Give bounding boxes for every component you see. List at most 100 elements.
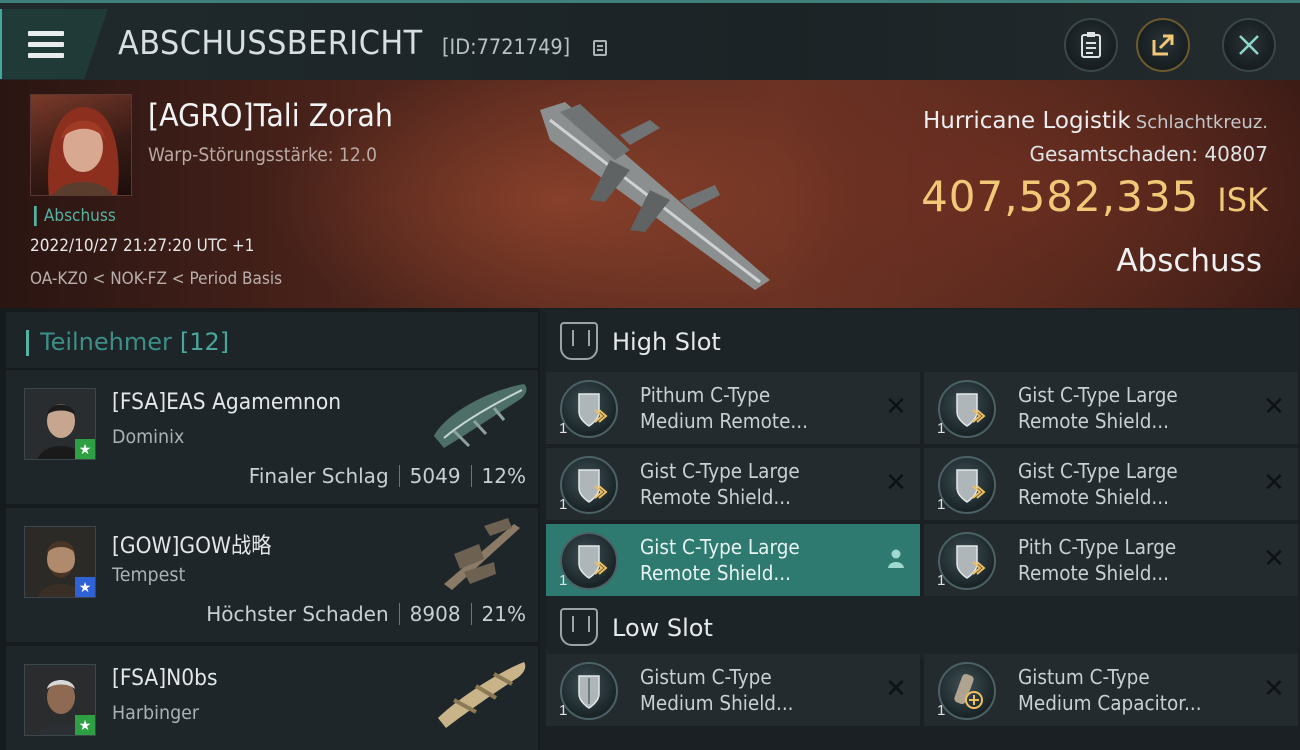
module-item[interactable]: 1 Gist C-Type Large Remote Shield... ✕ [924,448,1298,520]
participant-ship: Dominix [112,426,185,448]
participant-ship-image [434,384,527,448]
module-name: Gist C-Type Large Remote Shield... [1018,459,1178,509]
destroyed-x-icon: ✕ [1263,466,1285,497]
participants-panel: Teilnehmer [12] ★ [FSA]EAS Agamemnon Domi… [0,308,540,750]
module-item-selected[interactable]: 1 Gist C-Type Large Remote Shield... [546,524,920,596]
top-bar: ABSCHUSSBERICHT [ID:7721749] [0,0,1300,80]
module-quantity: 1 [559,572,568,589]
victim-ship-line: Hurricane Logistik Schlachtkreuz. [923,108,1268,134]
participant-damage: 5049 [409,464,461,488]
share-icon [1152,34,1174,56]
module-quantity: 1 [937,572,946,589]
shield-module-icon [560,380,618,438]
isk-value: 407,582,335 [921,172,1200,221]
participant-avatar: ★ [24,388,96,460]
kill-status: Abschuss [1116,243,1262,279]
participant-percent: 21% [481,602,526,626]
isk-value-line: 407,582,335 ISK [921,172,1268,221]
module-item[interactable]: 1 Pithum C-Type Medium Remote... ✕ [546,372,920,444]
shield-module-icon [560,456,618,514]
shield-module-icon [938,532,996,590]
menu-button[interactable] [0,9,108,79]
warp-disruption-strength: Warp-Störungsstärke: 12.0 [148,144,378,166]
module-name: Gist C-Type Large Remote Shield... [640,535,800,585]
high-slot-icon [560,322,598,360]
destroyed-x-icon: ✕ [885,672,907,703]
shield-module-icon [938,456,996,514]
module-item[interactable]: 1 Pith C-Type Large Remote Shield... ✕ [924,524,1298,596]
shield-module-icon [560,532,618,590]
low-slot-icon [560,608,598,646]
star-badge-icon: ★ [75,715,95,735]
participants-label: Teilnehmer [40,328,172,356]
module-name: Gistum C-Type Medium Shield... [640,665,794,715]
page-title: ABSCHUSSBERICHT [118,23,423,62]
close-button[interactable] [1222,18,1276,72]
shield-module-icon [938,380,996,438]
module-item[interactable]: 1 Gistum C-Type Medium Capacitor... ✕ [924,654,1298,726]
destroyed-x-icon: ✕ [1263,390,1285,421]
module-quantity: 1 [559,702,568,719]
victim-pilot-name[interactable]: [AGRO]Tali Zorah [148,98,393,134]
participants-header: Teilnehmer [12] [6,312,538,368]
kill-location: OA-KZ0 < NOK-FZ < Period Basis [30,269,283,289]
module-quantity: 1 [559,496,568,513]
fitting-panel: High Slot 1 Pithum C-Type Medium Remote.… [540,308,1300,750]
participants-count: [12] [179,328,230,356]
participant-avatar: ★ [24,664,96,736]
share-button[interactable] [1136,18,1190,72]
victim-ship-image [540,102,770,290]
participant-ship-image [438,662,526,728]
hamburger-menu-icon [28,31,64,59]
close-icon [1239,35,1259,55]
clipboard-icon [1081,32,1101,58]
module-quantity: 1 [937,420,946,437]
participant-ship: Tempest [112,564,186,586]
participant-row[interactable]: ★ [FSA]EAS Agamemnon Dominix Finaler Sch… [6,370,538,504]
isk-unit: ISK [1217,181,1268,219]
destroyed-x-icon: ✕ [885,466,907,497]
victim-portrait[interactable] [30,94,132,196]
destroyed-x-icon: ✕ [885,390,907,421]
module-item[interactable]: 1 Gist C-Type Large Remote Shield... ✕ [546,448,920,520]
module-name: Gistum C-Type Medium Capacitor... [1018,665,1202,715]
module-quantity: 1 [559,420,568,437]
high-slot-title: High Slot [612,328,721,356]
clipboard-button[interactable] [1064,18,1118,72]
low-slot-title: Low Slot [612,614,713,642]
capacitor-module-icon [938,662,996,720]
module-name: Pithum C-Type Medium Remote... [640,383,808,433]
module-quantity: 1 [937,496,946,513]
module-quantity: 1 [937,702,946,719]
participant-name: [GOW]GOW战略 [112,534,272,559]
participant-percent: 12% [481,464,526,488]
module-item[interactable]: 1 Gist C-Type Large Remote Shield... ✕ [924,372,1298,444]
kill-type-label: Abschuss [34,206,116,226]
star-badge-icon: ★ [75,439,95,459]
destroyed-x-icon: ✕ [1263,672,1285,703]
dropped-person-icon [884,546,908,570]
module-name: Pith C-Type Large Remote Shield... [1018,535,1177,585]
module-name: Gist C-Type Large Remote Shield... [640,459,800,509]
kill-timestamp: 2022/10/27 21:27:20 UTC +1 [30,236,255,256]
participant-row[interactable]: ★ [GOW]GOW战略 Tempest Höchster Schaden 89… [6,508,538,642]
participant-damage: 8908 [409,602,461,626]
participant-avatar: ★ [24,526,96,598]
victim-ship-class: Schlachtkreuz. [1135,112,1268,133]
participant-name: [FSA]EAS Agamemnon [112,390,342,415]
participant-stats: Höchster Schaden 8908 21% [206,602,526,626]
victim-banner: [AGRO]Tali Zorah Warp-Störungsstärke: 12… [0,80,1300,308]
participant-role: Finaler Schlag [248,464,389,488]
total-damage: Gesamtschaden: 40807 [1029,142,1268,166]
high-slot-header: High Slot [546,310,1298,372]
report-id: [ID:7721749] [442,35,571,59]
participant-ship: Harbinger [112,702,200,724]
destroyed-x-icon: ✕ [1263,542,1285,573]
module-name: Gist C-Type Large Remote Shield... [1018,383,1178,433]
copy-icon[interactable] [593,40,607,56]
participant-row[interactable]: ★ [FSA]N0bs Harbinger [6,646,538,750]
participant-role: Höchster Schaden [206,602,389,626]
victim-ship-name[interactable]: Hurricane Logistik [923,108,1131,134]
module-item[interactable]: 1 Gistum C-Type Medium Shield... ✕ [546,654,920,726]
participant-stats: Finaler Schlag 5049 12% [249,464,526,488]
